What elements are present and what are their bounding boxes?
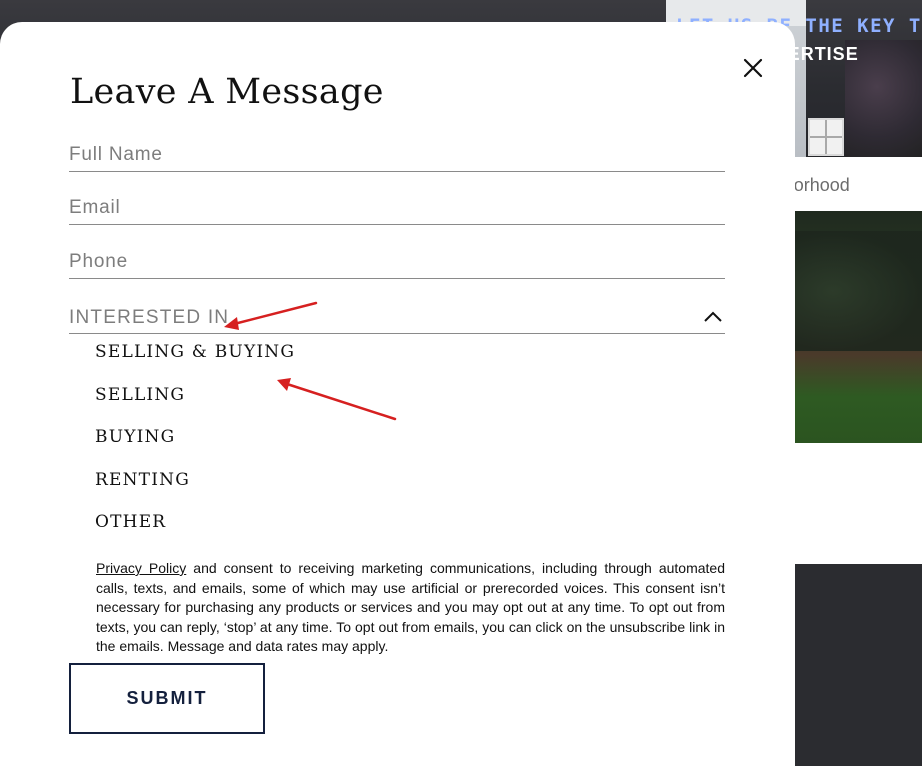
background-window	[808, 118, 844, 156]
email-input[interactable]	[69, 192, 725, 224]
interested-in-select[interactable]: INTERESTED IN	[69, 303, 725, 334]
chevron-up-icon	[704, 311, 722, 322]
background-dark-panel	[795, 564, 922, 766]
background-listing-photo	[795, 211, 922, 443]
close-button[interactable]	[740, 55, 766, 81]
phone-field	[69, 246, 725, 279]
consent-text: and consent to receiving marketing commu…	[96, 560, 725, 654]
option-selling-and-buying[interactable]: SELLING & BUYING	[95, 342, 295, 362]
option-buying[interactable]: BUYING	[95, 427, 175, 447]
option-renting[interactable]: RENTING	[95, 470, 190, 490]
option-selling[interactable]: SELLING	[95, 385, 185, 405]
close-icon	[743, 58, 763, 78]
email-field	[69, 192, 725, 225]
option-other[interactable]: OTHER	[95, 512, 166, 532]
phone-input[interactable]	[69, 246, 725, 278]
leave-message-modal: Leave A Message INTERESTED IN SELLING & …	[0, 22, 795, 766]
page: LET US BE THE KEY TO LOCAL EXPERTISE Cit…	[0, 0, 922, 766]
modal-title: Leave A Message	[70, 72, 384, 112]
submit-button[interactable]: SUBMIT	[69, 663, 265, 734]
consent-text-block: Privacy Policy and consent to receiving …	[96, 559, 725, 657]
full-name-field	[69, 139, 725, 172]
interested-in-label: INTERESTED IN	[69, 307, 230, 328]
privacy-policy-link[interactable]: Privacy Policy	[96, 560, 186, 576]
background-shrubs	[795, 231, 922, 351]
full-name-input[interactable]	[69, 139, 725, 171]
